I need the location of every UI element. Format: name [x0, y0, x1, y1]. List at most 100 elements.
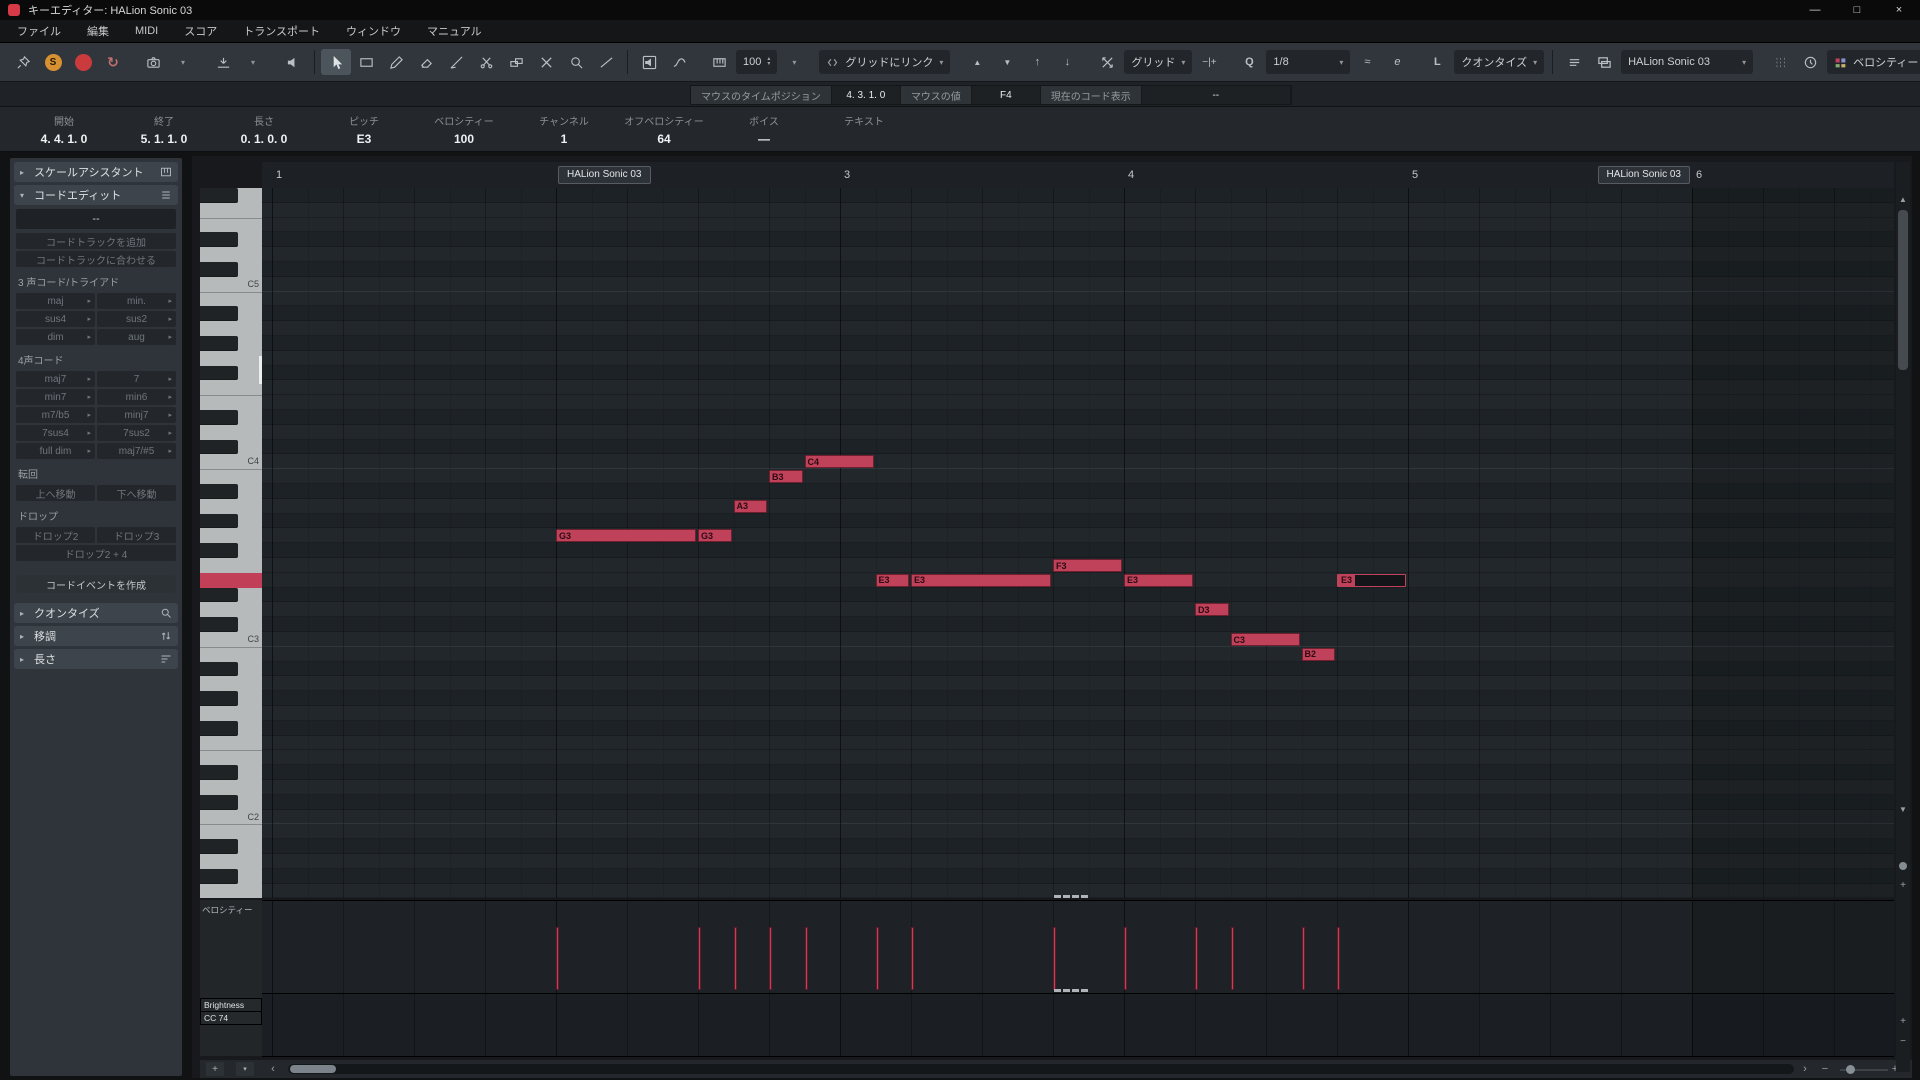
length-quantize-button[interactable]: L	[1422, 49, 1452, 75]
info-field-value[interactable]: 1	[514, 132, 614, 146]
midi-note-F3-7[interactable]: F3	[1053, 559, 1122, 572]
show-part-borders-button[interactable]	[1559, 49, 1589, 75]
velocity-stepper[interactable]: ▴ ▾	[767, 57, 770, 67]
nudge-up-button[interactable]: ▲	[962, 49, 992, 75]
section-chord-edit[interactable]: ▾ コードエディット	[14, 185, 178, 205]
chord-button-maj7[interactable]: maj7▸	[16, 371, 95, 387]
chord-button-7[interactable]: 7▸	[97, 371, 176, 387]
menu-item-6[interactable]: マニュアル	[414, 20, 495, 42]
velocity-bar[interactable]	[769, 927, 772, 990]
add-chord-track-button[interactable]: コードトラックを追加	[16, 233, 176, 249]
quantize-apply-button[interactable]: Q	[1234, 49, 1264, 75]
piano-key-black[interactable]	[200, 232, 238, 247]
piano-key-black[interactable]	[200, 662, 238, 677]
velocity-bar[interactable]	[1302, 927, 1305, 990]
chord-expand-icon[interactable]: ▸	[87, 333, 91, 341]
chord-button-dim[interactable]: dim▸	[16, 329, 95, 345]
chord-button-minj7[interactable]: minj7▸	[97, 407, 176, 423]
chord-expand-icon[interactable]: ▸	[168, 333, 172, 341]
create-chord-event-button[interactable]: コードイベントを作成	[16, 575, 176, 593]
piano-key-black[interactable]	[200, 839, 238, 854]
transpose-up-button[interactable]: ↑	[1022, 49, 1052, 75]
midi-note-E3-12[interactable]: E3	[1337, 574, 1406, 587]
tool-object-selection[interactable]	[321, 49, 351, 75]
piano-key-black[interactable]	[200, 262, 238, 277]
link-to-grid-select[interactable]: グリッドにリンク ▾	[819, 50, 950, 74]
midi-note-C4-4[interactable]: C4	[805, 455, 874, 468]
h-scroll-thumb[interactable]	[290, 1065, 336, 1073]
chord-button-fulldim[interactable]: full dim▸	[16, 443, 95, 459]
piano-key-black[interactable]	[200, 795, 238, 810]
midi-note-E3-8[interactable]: E3	[1124, 574, 1193, 587]
velocity-bar[interactable]	[911, 927, 914, 990]
chord-button-m7b5[interactable]: m7/b5▸	[16, 407, 95, 423]
tool-split[interactable]	[471, 49, 501, 75]
close-button[interactable]: ×	[1878, 0, 1920, 20]
chord-expand-icon[interactable]: ▸	[87, 429, 91, 437]
lane-zoom-out-button[interactable]: −	[1896, 1034, 1910, 1048]
velocity-bar[interactable]	[1231, 927, 1234, 990]
quantize-preset-select[interactable]: 1/8 ▾	[1266, 50, 1350, 74]
velocity-bar[interactable]	[556, 927, 559, 990]
pin-editor-button[interactable]	[8, 49, 38, 75]
relative-grid-button[interactable]: −|+	[1194, 49, 1224, 75]
velocity-bar[interactable]	[1337, 927, 1340, 990]
open-quantize-panel-button[interactable]: e	[1382, 49, 1412, 75]
velocity-bar[interactable]	[734, 927, 737, 990]
chord-expand-icon[interactable]: ▸	[168, 411, 172, 419]
audition-box-button[interactable]	[634, 49, 664, 75]
v-scroll-up-button[interactable]: ▲	[1896, 192, 1910, 206]
menu-item-0[interactable]: ファイル	[4, 20, 74, 42]
piano-key-black[interactable]	[200, 306, 238, 321]
note-grid[interactable]: G3G3A3B3C4E3E3F3E3D3C3B2E3	[262, 188, 1894, 898]
velocity-bar[interactable]	[876, 927, 879, 990]
velocity-bar[interactable]	[1053, 927, 1056, 990]
piano-key-black[interactable]	[200, 188, 238, 203]
info-field-value[interactable]: 5. 1. 1. 0	[114, 132, 214, 146]
tool-zoom[interactable]	[561, 49, 591, 75]
insert-velocity-button[interactable]	[704, 49, 734, 75]
piano-key-black[interactable]	[200, 440, 238, 455]
midi-note-G3-0[interactable]: G3	[556, 529, 696, 542]
menu-item-2[interactable]: MIDI	[122, 20, 171, 42]
chord-button-maj[interactable]: maj▸	[16, 293, 95, 309]
move-up-button[interactable]: 上へ移動	[16, 485, 95, 501]
piano-key-black[interactable]	[200, 588, 238, 603]
velocity-lane[interactable]	[262, 900, 1894, 994]
piano-key-black[interactable]	[200, 410, 238, 425]
section-quantize[interactable]: ▸ クオンタイズ	[14, 603, 178, 623]
minimize-button[interactable]: —	[1794, 0, 1836, 20]
chord-expand-icon[interactable]: ▸	[168, 297, 172, 305]
piano-key-black[interactable]	[200, 617, 238, 632]
h-scrollbar[interactable]	[288, 1064, 1794, 1074]
part-name-tag[interactable]: HALion Sonic 03	[558, 166, 651, 184]
tool-line[interactable]	[591, 49, 621, 75]
tool-trim[interactable]	[441, 49, 471, 75]
timeline-ruler[interactable]: 13456HALion Sonic 03HALion Sonic 03	[262, 162, 1894, 189]
record-in-editor-button[interactable]	[68, 49, 98, 75]
snapshot-button[interactable]	[138, 49, 168, 75]
match-chord-track-button[interactable]: コードトラックに合わせる	[16, 251, 176, 267]
edit-active-part-button[interactable]	[1589, 49, 1619, 75]
tool-erase[interactable]	[411, 49, 441, 75]
acoustic-feedback-button[interactable]	[278, 49, 308, 75]
h-zoom-out-button[interactable]: −	[1818, 1062, 1832, 1076]
chord-button-aug[interactable]: aug▸	[97, 329, 176, 345]
active-part-select[interactable]: HALion Sonic 03 ▾	[1621, 50, 1753, 74]
maximize-button[interactable]: □	[1836, 0, 1878, 20]
info-field-value[interactable]: 0. 1. 0. 0	[214, 132, 314, 146]
length-quantize-select[interactable]: クオンタイズ ▾	[1454, 50, 1544, 74]
time-format-button[interactable]	[1795, 49, 1825, 75]
chord-expand-icon[interactable]: ▸	[87, 375, 91, 383]
v-zoom-in-button[interactable]: +	[1896, 878, 1910, 892]
v-scroll-thumb[interactable]	[1898, 210, 1908, 370]
h-scroll-left-button[interactable]: ‹	[266, 1062, 280, 1076]
tool-mute[interactable]	[531, 49, 561, 75]
nudge-down-button[interactable]: ▼	[992, 49, 1022, 75]
chord-button-sus4[interactable]: sus4▸	[16, 311, 95, 327]
piano-key-black[interactable]	[200, 366, 238, 381]
chord-button-maj7#5[interactable]: maj7/#5▸	[97, 443, 176, 459]
menu-item-1[interactable]: 編集	[74, 20, 122, 42]
piano-keyboard[interactable]: C5C4C3C2	[200, 188, 263, 898]
chord-expand-icon[interactable]: ▸	[87, 447, 91, 455]
